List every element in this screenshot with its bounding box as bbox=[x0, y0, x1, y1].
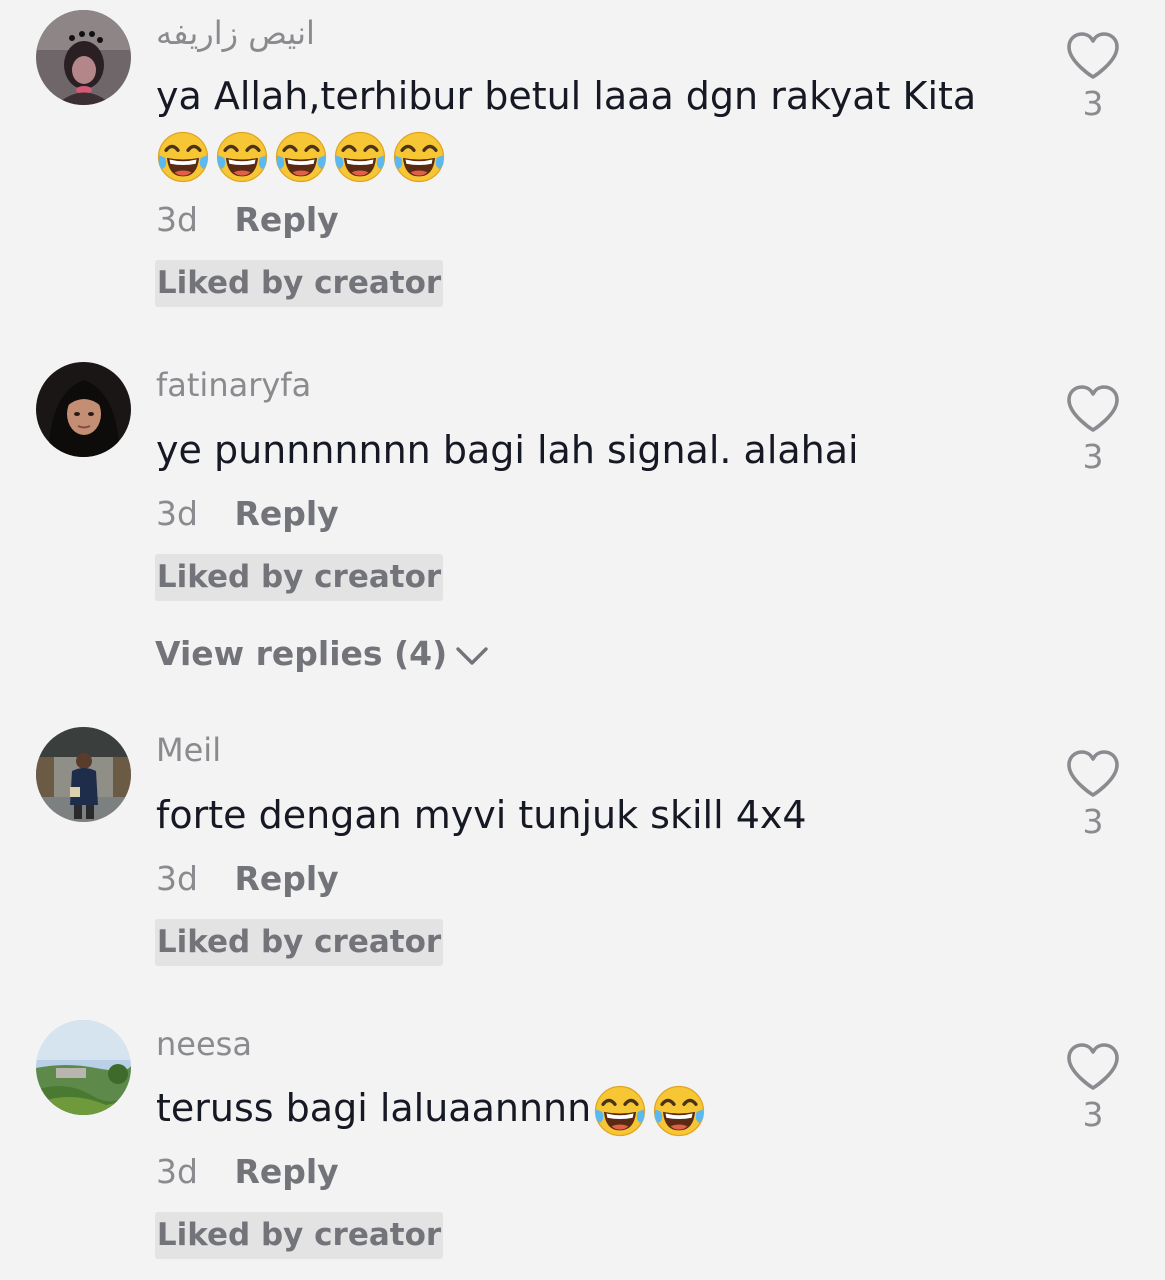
comment-time: 3d bbox=[156, 200, 198, 239]
like-button[interactable]: 3 bbox=[1060, 30, 1126, 123]
like-count: 3 bbox=[1082, 802, 1104, 841]
comment-time: 3d bbox=[156, 1152, 198, 1191]
reply-button[interactable]: Reply bbox=[234, 200, 338, 239]
joy-emoji bbox=[215, 130, 269, 184]
heart-outline-icon bbox=[1065, 1041, 1121, 1093]
joy-emoji bbox=[652, 1084, 706, 1138]
comment-username[interactable]: انيص زاريفه bbox=[156, 14, 315, 52]
comment-username[interactable]: fatinaryfa bbox=[156, 366, 311, 404]
comment-text: teruss bagi laluaannnn bbox=[156, 1080, 706, 1138]
liked-by-creator-badge: Liked by creator bbox=[155, 554, 443, 601]
like-button[interactable]: 3 bbox=[1060, 383, 1126, 476]
heart-outline-icon bbox=[1065, 383, 1121, 435]
comment-meta: 3d Reply bbox=[156, 859, 339, 898]
comment-username[interactable]: neesa bbox=[156, 1025, 252, 1063]
comment-text: ye punnnnnnn bagi lah signal. alahai bbox=[156, 428, 859, 472]
reply-button[interactable]: Reply bbox=[234, 1152, 338, 1191]
like-count: 3 bbox=[1082, 437, 1104, 476]
joy-emoji bbox=[274, 130, 328, 184]
view-replies-button[interactable]: View replies (4) bbox=[155, 634, 489, 673]
like-button[interactable]: 3 bbox=[1060, 1041, 1126, 1134]
like-count: 3 bbox=[1082, 84, 1104, 123]
chevron-down-icon bbox=[456, 646, 488, 665]
comment-username[interactable]: Meil bbox=[156, 731, 221, 769]
joy-emoji bbox=[392, 130, 446, 184]
liked-by-creator-badge: Liked by creator bbox=[155, 260, 443, 307]
joy-emoji bbox=[593, 1084, 647, 1138]
joy-emoji bbox=[333, 130, 387, 184]
heart-outline-icon bbox=[1065, 748, 1121, 800]
reply-button[interactable]: Reply bbox=[234, 494, 338, 533]
liked-by-creator-badge: Liked by creator bbox=[155, 1212, 443, 1259]
comment-time: 3d bbox=[156, 859, 198, 898]
view-replies-label: View replies (4) bbox=[155, 634, 448, 673]
comment-meta: 3d Reply bbox=[156, 200, 339, 239]
heart-outline-icon bbox=[1065, 30, 1121, 82]
comment-text-content: ya Allah,terhibur betul laaa dgn rakyat … bbox=[156, 74, 977, 118]
avatar[interactable] bbox=[36, 1020, 131, 1115]
emoji-row bbox=[156, 130, 446, 184]
comment-meta: 3d Reply bbox=[156, 494, 339, 533]
comment-text-content: teruss bagi laluaannnn bbox=[156, 1086, 592, 1130]
joy-emoji bbox=[156, 130, 210, 184]
comment-text: ya Allah,terhibur betul laaa dgn rakyat … bbox=[156, 68, 976, 124]
avatar[interactable] bbox=[36, 727, 131, 822]
emoji-row bbox=[593, 1084, 706, 1138]
comment-time: 3d bbox=[156, 494, 198, 533]
like-button[interactable]: 3 bbox=[1060, 748, 1126, 841]
avatar[interactable] bbox=[36, 10, 131, 105]
reply-button[interactable]: Reply bbox=[234, 859, 338, 898]
comment-text: forte dengan myvi tunjuk skill 4x4 bbox=[156, 793, 807, 837]
avatar[interactable] bbox=[36, 362, 131, 457]
liked-by-creator-badge: Liked by creator bbox=[155, 919, 443, 966]
comment-meta: 3d Reply bbox=[156, 1152, 339, 1191]
like-count: 3 bbox=[1082, 1095, 1104, 1134]
